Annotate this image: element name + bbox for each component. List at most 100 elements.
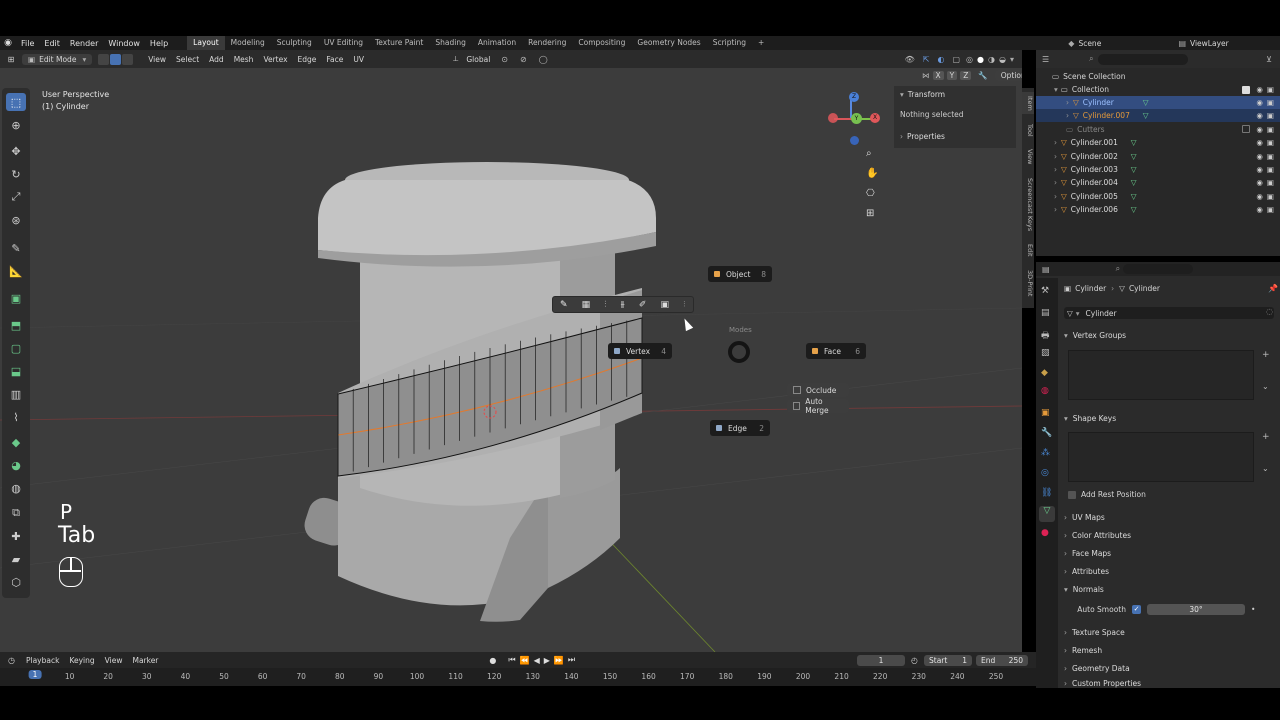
timeline-ruler[interactable]: 1 10 20 30 40 50 60 70 80 90 100 110 120 130 140 150 160… — [0, 668, 1036, 686]
options-dropdown[interactable]: Options — [994, 70, 1022, 81]
mirror-icon[interactable]: ⋈ — [922, 71, 930, 80]
proportional-icon[interactable]: ◯ — [533, 55, 554, 64]
jump-end-icon[interactable]: ⏭ — [566, 655, 577, 665]
navigation-gizmo[interactable]: Z Y X — [826, 92, 882, 148]
material-props-icon[interactable]: ● — [1041, 528, 1049, 538]
expand-icon[interactable]: › — [1054, 192, 1057, 201]
pie-occlude-toggle[interactable]: Occlude — [787, 383, 849, 397]
filter-icon[interactable]: ⊻ — [1258, 55, 1280, 64]
view-layer-icon[interactable]: ▤ — [1174, 39, 1190, 48]
modifier-props-icon[interactable]: 🔧 — [1041, 428, 1052, 438]
properties-editor-icon[interactable]: ▤ — [1036, 265, 1056, 274]
camera-render-icon[interactable]: ▣ — [1267, 178, 1274, 187]
outliner-row[interactable]: › ▽ Cylinder.001 ▽ ◉ ▣ — [1036, 136, 1280, 149]
jump-keyframe-forward-icon[interactable]: ⏩ — [552, 656, 566, 665]
gizmo-y-axis[interactable]: Y — [851, 113, 862, 124]
shading-material-icon[interactable]: ◑ — [986, 55, 997, 64]
spin-tool[interactable]: ◕ — [6, 456, 26, 474]
render-props-icon[interactable]: ▤ — [1041, 308, 1050, 318]
wrench-icon[interactable]: 🔧 — [978, 71, 987, 80]
scale-tool[interactable]: ⤢ — [6, 188, 26, 206]
play-icon[interactable]: ▶ — [542, 656, 552, 665]
tab-shading[interactable]: Shading — [429, 36, 471, 50]
camera-render-icon[interactable]: ▣ — [1267, 98, 1274, 107]
mode-dropdown[interactable]: ▣ Edit Mode ▾ — [22, 53, 93, 65]
color-attributes-panel[interactable]: › Color Attributes — [1064, 527, 1274, 543]
fake-user-icon[interactable]: ◌ — [1266, 307, 1273, 316]
scene-props-icon[interactable]: ◆ — [1041, 368, 1048, 378]
edge-select-icon[interactable] — [110, 53, 122, 65]
camera-render-icon[interactable]: ▣ — [1267, 125, 1274, 134]
checkbox-icon[interactable] — [1242, 85, 1251, 94]
auto-smooth-angle-field[interactable]: 30° — [1147, 603, 1245, 615]
pin-icon[interactable]: 📌 — [1268, 284, 1278, 293]
collection-row[interactable]: ▾ ▭ Collection ◉ ▣ — [1036, 83, 1280, 96]
tab-sculpting[interactable]: Sculpting — [271, 36, 318, 50]
tab-tool[interactable]: Tool — [1022, 120, 1034, 140]
poly-build-tool[interactable]: ◆ — [6, 433, 26, 451]
add-vertex-group-button[interactable]: + — [1262, 350, 1270, 360]
menu-render[interactable]: Render — [65, 39, 103, 48]
menu-face[interactable]: Face — [321, 55, 348, 64]
axis-y-toggle[interactable]: Y — [946, 71, 958, 80]
vertex-groups-panel[interactable]: ▾ Vertex Groups — [1064, 327, 1274, 343]
remesh-panel[interactable]: › Remesh — [1064, 642, 1274, 658]
pie-edge-button[interactable]: Edge 2 — [710, 420, 770, 436]
view-layer-props-icon[interactable]: ▧ — [1041, 348, 1050, 358]
menu-timeline-view[interactable]: View — [100, 656, 128, 665]
knife-tool[interactable]: ⌇ — [6, 408, 26, 426]
transform-tool[interactable]: ⊛ — [6, 211, 26, 229]
shear-tool[interactable]: ▰ — [6, 550, 26, 568]
measure-tool[interactable]: 📐 — [6, 262, 26, 280]
rip-tool[interactable]: ⬡ — [6, 573, 26, 591]
vertex-groups-list[interactable] — [1068, 350, 1254, 400]
outliner-row[interactable]: › ▽ Cylinder.003 ▽ ◉ ▣ — [1036, 163, 1280, 176]
editor-type-icon[interactable]: ⊞ — [0, 55, 22, 64]
camera-render-icon[interactable]: ▣ — [1267, 205, 1274, 214]
tab-layout[interactable]: Layout — [187, 36, 225, 50]
tab-uv-editing[interactable]: UV Editing — [318, 36, 369, 50]
end-frame-field[interactable]: End 250 — [976, 654, 1028, 666]
texture-space-panel[interactable]: › Texture Space — [1064, 624, 1274, 640]
xray-toggle-icon[interactable]: ▢ — [948, 55, 964, 64]
ortho-grid-icon[interactable]: ⊞ — [866, 208, 880, 222]
bridge-icon[interactable]: ⫶ — [604, 300, 606, 310]
constraints-props-icon[interactable]: ⛓ — [1041, 488, 1052, 498]
data-props-icon[interactable]: ▽ — [1039, 506, 1055, 522]
expand-icon[interactable]: › — [1066, 111, 1069, 120]
select-box-tool[interactable]: ⬚ — [6, 93, 26, 111]
record-icon[interactable]: ● — [479, 656, 506, 665]
eye-icon[interactable]: ◉ — [1256, 178, 1263, 187]
tab-item[interactable]: Item — [1022, 92, 1034, 114]
overlay-toggle-icon[interactable]: ◐ — [934, 55, 949, 64]
shape-keys-panel[interactable]: ▾ Shape Keys — [1064, 410, 1274, 426]
tab-edit[interactable]: Edit — [1022, 240, 1034, 260]
tab-modeling[interactable]: Modeling — [225, 36, 271, 50]
camera-render-icon[interactable]: ▣ — [1267, 152, 1274, 161]
eye-icon[interactable]: ◉ — [1256, 98, 1263, 107]
outliner-row[interactable]: › ▽ Cylinder.007 ▽ ◉ ▣ — [1036, 109, 1280, 123]
menu-vertex[interactable]: Vertex — [258, 55, 292, 64]
checkbox-icon[interactable] — [1242, 125, 1251, 134]
gizmo-neg-z-axis[interactable] — [850, 136, 859, 145]
extra-icon[interactable]: ⁝ — [683, 300, 686, 310]
filter-search-icon[interactable]: ⌕ — [1089, 54, 1093, 64]
shrink-fatten-tool[interactable]: ✚ — [6, 527, 26, 545]
physics-props-icon[interactable]: ◎ — [1041, 468, 1049, 478]
scene-collection-row[interactable]: ▭ Scene Collection — [1036, 70, 1280, 83]
outliner-row[interactable]: ▭ Cutters ◉ ▣ — [1036, 123, 1280, 136]
shading-options-icon[interactable]: ▾ — [1008, 55, 1022, 64]
outliner-editor-icon[interactable]: ☰ — [1036, 55, 1055, 64]
shape-keys-list[interactable] — [1068, 432, 1254, 482]
expand-icon[interactable]: › — [1054, 152, 1057, 161]
gizmo-toggle-icon[interactable]: ⇱ — [919, 55, 934, 64]
menu-window[interactable]: Window — [103, 39, 145, 48]
pencil-icon[interactable]: ✎ — [560, 300, 568, 310]
select-mode-group[interactable] — [98, 53, 134, 65]
current-frame-field[interactable]: 1 — [857, 654, 906, 666]
gizmo-x-axis[interactable]: X — [870, 113, 880, 123]
camera-render-icon[interactable]: ▣ — [1267, 111, 1274, 120]
eye-icon[interactable]: ◉ — [1256, 205, 1263, 214]
camera-render-icon[interactable]: ▣ — [1267, 192, 1274, 201]
pie-vertex-button[interactable]: Vertex 4 — [608, 343, 672, 359]
